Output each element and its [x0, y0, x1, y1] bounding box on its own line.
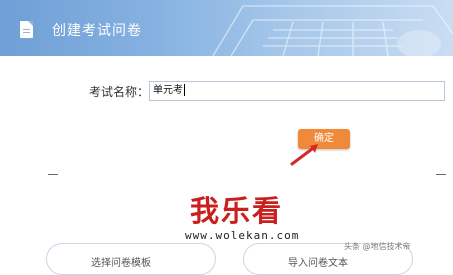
exam-name-label: 考试名称： [89, 85, 150, 99]
watermark-logo: 我乐看 [190, 194, 284, 228]
divider-left [48, 174, 58, 175]
exam-name-input[interactable]: 单元考 [149, 81, 445, 101]
divider-right [436, 174, 446, 175]
text-caret [184, 84, 185, 96]
watermark-url: www.wolekan.com [185, 229, 300, 242]
exam-name-value: 单元考 [153, 85, 183, 96]
page-header: 创建考试问卷 [0, 0, 453, 56]
template-card-label: 选择问卷模板 [91, 258, 151, 269]
document-icon [20, 21, 33, 38]
red-arrow-annotation [290, 144, 318, 166]
template-card[interactable]: 选择问卷模板 [46, 243, 216, 275]
source-credit: 头条 @地信技术帝 [344, 242, 411, 251]
laptop-keyboard-illustration [212, 5, 453, 56]
page-title: 创建考试问卷 [52, 23, 142, 39]
import-card-label: 导入问卷文本 [288, 258, 348, 269]
